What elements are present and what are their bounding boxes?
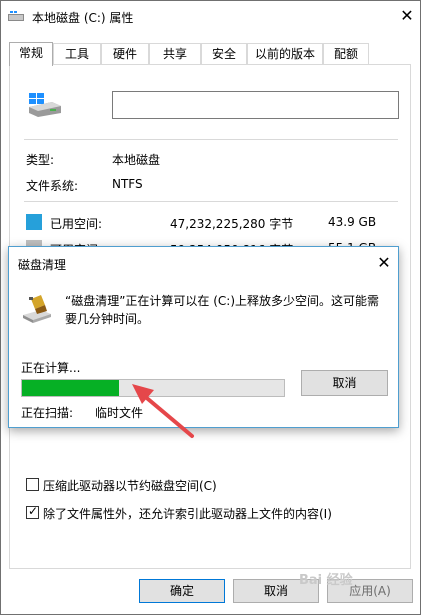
- watermark: Bai 经验: [299, 573, 353, 588]
- progress-fill: [22, 380, 119, 396]
- index-checkbox[interactable]: ✓: [26, 504, 39, 519]
- close-icon[interactable]: ✕: [397, 6, 417, 26]
- index-checkbox-label: 除了文件属性外，还允许索引此驱动器上文件的内容(I): [43, 507, 332, 521]
- drive-icon: [8, 11, 24, 21]
- filesystem-value: NTFS: [112, 177, 143, 191]
- disk-cleanup-dialog: 磁盘清理 ✕ “磁盘清理”正在计算可以在 (C:)上释放多少空间。这可能需要几分…: [8, 246, 399, 428]
- calculating-status: 正在计算...: [21, 361, 81, 375]
- dialog-title: 磁盘清理: [18, 258, 67, 272]
- close-icon[interactable]: ✕: [374, 253, 394, 273]
- tab-strip: 常规 工具 硬件 共享 安全 以前的版本 配额: [9, 42, 419, 66]
- tab-previous-versions[interactable]: 以前的版本: [247, 43, 323, 65]
- tab-sharing[interactable]: 共享: [149, 43, 201, 65]
- disk-cleanup-icon: [23, 295, 51, 323]
- tab-tools[interactable]: 工具: [53, 43, 101, 65]
- checkmark-icon: ✓: [28, 504, 39, 518]
- volume-label-input[interactable]: [112, 91, 399, 119]
- compress-checkbox[interactable]: [26, 478, 39, 491]
- compress-checkbox-label: 压缩此驱动器以节约磁盘空间(C): [43, 479, 217, 493]
- annotation-arrow: [132, 384, 194, 438]
- used-space-size: 43.9 GB: [328, 215, 377, 229]
- tab-general[interactable]: 常规: [9, 42, 53, 66]
- drive-icon: [29, 93, 61, 117]
- type-label: 类型:: [26, 153, 55, 167]
- tab-quota[interactable]: 配额: [323, 43, 369, 65]
- used-space-bytes: 47,232,225,280 字节: [170, 217, 294, 231]
- used-space-swatch: [26, 214, 42, 230]
- cancel-button[interactable]: 取消: [301, 370, 388, 396]
- ok-button[interactable]: 确定: [139, 579, 225, 603]
- filesystem-label: 文件系统:: [26, 179, 79, 193]
- separator: [24, 201, 398, 202]
- separator: [24, 139, 398, 140]
- used-space-label: 已用空间:: [50, 217, 103, 231]
- type-value: 本地磁盘: [112, 153, 161, 167]
- window-title: 本地磁盘 (C:) 属性: [32, 11, 134, 25]
- dialog-message: “磁盘清理”正在计算可以在 (C:)上释放多少空间。这可能需要几分钟时间。: [65, 294, 380, 326]
- titlebar: 本地磁盘 (C:) 属性 ✕: [1, 1, 420, 33]
- tab-hardware[interactable]: 硬件: [101, 43, 149, 65]
- tab-security[interactable]: 安全: [201, 43, 247, 65]
- scanning-label: 正在扫描:: [21, 406, 74, 420]
